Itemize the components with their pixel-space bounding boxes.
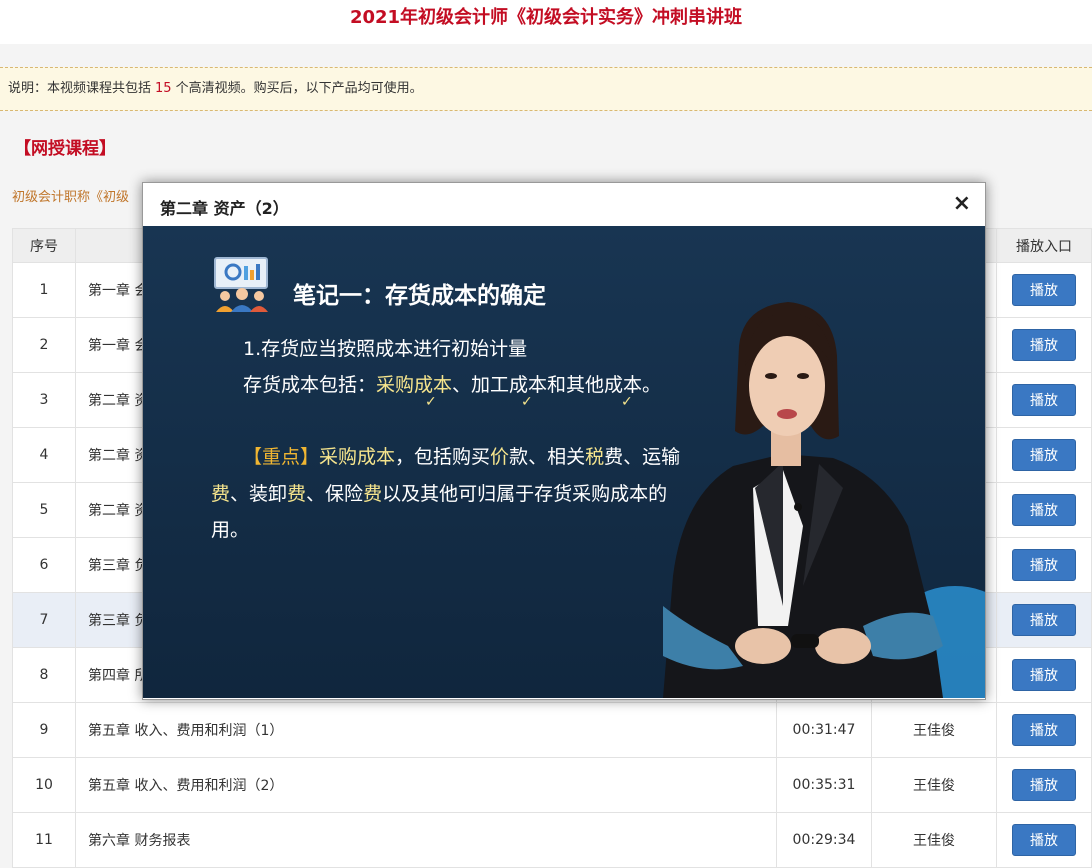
video-player[interactable]: 笔记一：存货成本的确定 1.存货应当按照成本进行初始计量 存货成本包括：采购成本…: [143, 226, 985, 698]
row-teacher: 王佳俊: [871, 757, 997, 813]
notice-suffix: 个高清视频。购买后，以下产品均可使用。: [175, 81, 423, 96]
row-no: 4: [12, 427, 76, 483]
notice-prefix: 说明：本视频课程共包括: [8, 81, 152, 96]
play-button[interactable]: 播放: [1012, 549, 1076, 581]
table-row: 10 第五章 收入、费用和利润（2） 00:35:31 王佳俊 播放: [12, 757, 1092, 813]
row-no: 8: [12, 647, 76, 703]
modal-header: 第二章 资产（2） ×: [143, 183, 985, 227]
row-no: 1: [12, 262, 76, 318]
play-button[interactable]: 播放: [1012, 769, 1076, 801]
play-button[interactable]: 播放: [1012, 824, 1076, 856]
row-title[interactable]: 第五章 收入、费用和利润（1）: [75, 702, 777, 758]
row-no: 7: [12, 592, 76, 648]
table-row: 9 第五章 收入、费用和利润（1） 00:31:47 王佳俊 播放: [12, 702, 1092, 758]
play-button[interactable]: 播放: [1012, 439, 1076, 471]
row-title[interactable]: 第五章 收入、费用和利润（2）: [75, 757, 777, 813]
row-duration: 00:31:47: [776, 702, 872, 758]
col-header-no: 序号: [12, 228, 76, 263]
row-no: 3: [12, 372, 76, 428]
play-button[interactable]: 播放: [1012, 714, 1076, 746]
play-button[interactable]: 播放: [1012, 604, 1076, 636]
row-teacher: 王佳俊: [871, 812, 997, 868]
video-count: 15: [155, 81, 172, 96]
section-title: 【网授课程】: [14, 139, 116, 159]
row-duration: 00:29:34: [776, 812, 872, 868]
table-row: 11 第六章 财务报表 00:29:34 王佳俊 播放: [12, 812, 1092, 868]
course-name: 初级会计职称《初级: [12, 190, 130, 205]
play-button[interactable]: 播放: [1012, 659, 1076, 691]
row-no: 6: [12, 537, 76, 593]
play-button[interactable]: 播放: [1012, 494, 1076, 526]
play-button[interactable]: 播放: [1012, 329, 1076, 361]
row-teacher: 王佳俊: [871, 702, 997, 758]
play-button[interactable]: 播放: [1012, 274, 1076, 306]
play-button[interactable]: 播放: [1012, 384, 1076, 416]
col-header-play: 播放入口: [996, 228, 1092, 263]
close-icon[interactable]: ×: [953, 192, 971, 216]
row-no: 5: [12, 482, 76, 538]
row-title[interactable]: 第六章 财务报表: [75, 812, 777, 868]
modal-title: 第二章 资产（2）: [160, 199, 289, 218]
row-duration: 00:35:31: [776, 757, 872, 813]
row-no: 9: [12, 702, 76, 758]
video-modal: 第二章 资产（2） × 笔记一：存货成本的确定 1.存货应当按照成本进行初始计量…: [142, 182, 986, 700]
page-title: 2021年初级会计师《初级会计实务》冲刺串讲班: [0, 0, 1092, 44]
presenter-image: [663, 302, 985, 698]
row-no: 11: [12, 812, 76, 868]
row-no: 10: [12, 757, 76, 813]
notice-bar: 说明：本视频课程共包括 15 个高清视频。购买后，以下产品均可使用。: [0, 67, 1092, 111]
row-no: 2: [12, 317, 76, 373]
